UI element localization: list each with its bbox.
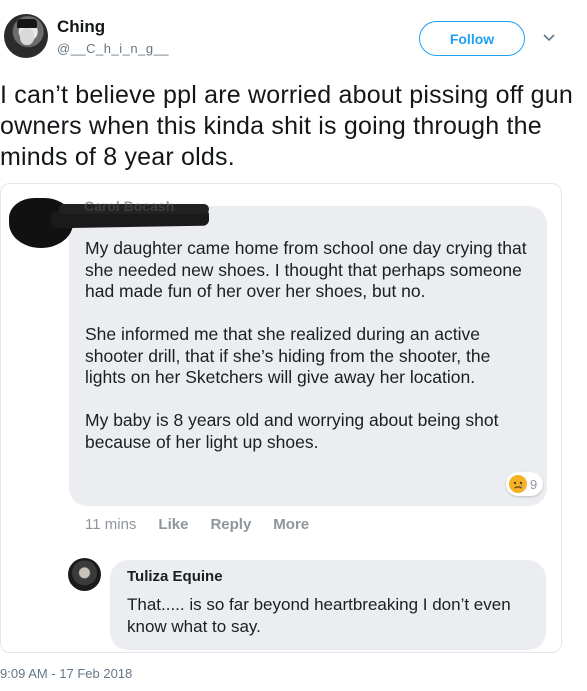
- reply-bubble: Tuliza Equine That..... is so far beyond…: [110, 560, 546, 650]
- comment-actions: 11 mins Like Reply More: [85, 516, 331, 533]
- comment-body: My daughter came home from school one da…: [85, 238, 530, 453]
- chevron-down-icon[interactable]: [541, 30, 557, 46]
- reply-link[interactable]: Reply: [210, 516, 251, 533]
- tweet-timestamp[interactable]: 9:09 AM - 17 Feb 2018: [0, 666, 132, 681]
- face-shape: [20, 28, 34, 45]
- avatar[interactable]: [4, 14, 48, 58]
- tweet-header: Ching @__C_h_i_n_g__ Follow: [0, 0, 587, 70]
- comment-paragraph: My baby is 8 years old and worrying abou…: [85, 410, 499, 452]
- reaction-badge: 9: [506, 472, 544, 496]
- user-handle[interactable]: @__C_h_i_n_g__: [57, 41, 169, 56]
- sad-face-emoji-icon: [509, 475, 527, 493]
- comment-time: 11 mins: [85, 516, 137, 533]
- tweet-text: I can’t believe ppl are worried about pi…: [0, 81, 573, 171]
- display-name[interactable]: Ching: [57, 17, 105, 37]
- attached-screenshot[interactable]: Carol Bocash My daughter came home from …: [0, 183, 562, 653]
- more-link[interactable]: More: [273, 516, 309, 533]
- commenter-name: Carol Bocash: [84, 198, 175, 214]
- reply-avatar: [68, 558, 101, 591]
- hat-shape: [17, 19, 37, 28]
- reply-author-name: Tuliza Equine: [127, 568, 223, 585]
- follow-button[interactable]: Follow: [419, 21, 525, 56]
- reply-text: That..... is so far beyond heartbreaking…: [127, 595, 511, 636]
- reaction-count: 9: [530, 476, 538, 492]
- comment-paragraph: My daughter came home from school one da…: [85, 238, 527, 301]
- comment-paragraph: She informed me that she realized during…: [85, 324, 491, 387]
- like-link[interactable]: Like: [158, 516, 188, 533]
